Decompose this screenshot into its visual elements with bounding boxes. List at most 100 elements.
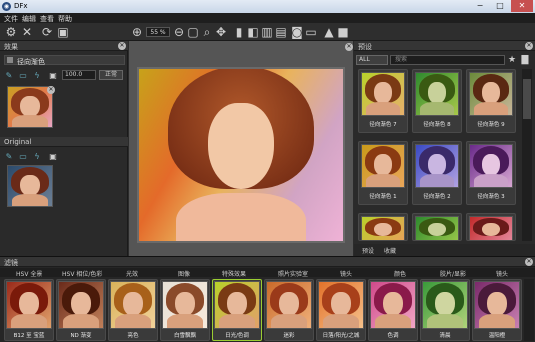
zoom-in-icon[interactable]: ⊕ [130, 25, 144, 39]
brush-icon[interactable]: ✎ [4, 69, 14, 80]
filter-thumb[interactable]: 日落/阳光/之城 [316, 279, 366, 341]
presets-panel: 预设 ✕ ALL 搜索 ★ ▇ 径向渐色 7 径向渐色 8 径向渐色 9 径向渐… [354, 41, 535, 256]
category-tab[interactable]: HSV 全景 [16, 269, 42, 278]
cancel-x-icon[interactable]: ✕ [20, 25, 34, 39]
monitor-icon[interactable]: ▭ [18, 69, 28, 80]
preset-tile[interactable]: 径向渐色 8 [412, 69, 462, 133]
category-select[interactable]: ALL [356, 55, 388, 65]
canvas-area[interactable] [129, 41, 353, 256]
preset-tile[interactable] [358, 213, 408, 241]
zoom-level-field[interactable]: 55 % [146, 27, 170, 37]
lock-icon[interactable]: ▣ [48, 69, 58, 80]
delete-trash-icon[interactable]: ▇ [520, 53, 530, 65]
histogram-icon[interactable]: ▲ [322, 25, 336, 39]
filters-scrollbar[interactable] [524, 279, 534, 341]
filter-label: 日光/色调 [225, 333, 249, 339]
window-title: DFx [14, 2, 28, 10]
preset-search-input[interactable]: 搜索 [390, 55, 505, 65]
effects-title: 效果 [4, 43, 18, 51]
tab-favorites[interactable]: 收藏 [384, 246, 396, 255]
original-controls: ✎ ▭ ϟ ▣ [4, 150, 64, 161]
original-monitor-icon[interactable]: ▭ [18, 150, 28, 161]
view-single-icon[interactable]: ▮ [232, 25, 246, 39]
preset-tile[interactable]: 径向渐色 1 [358, 141, 408, 205]
lightning-icon[interactable]: ϟ [32, 69, 42, 80]
preset-tile[interactable]: 径向渐色 2 [412, 141, 462, 205]
preset-label: 径向渐色 3 [477, 194, 505, 200]
category-tab[interactable]: 镜头 [496, 269, 508, 278]
view-tiles-icon[interactable]: ▤ [274, 25, 288, 39]
presets-close-icon[interactable]: ✕ [525, 42, 533, 50]
filter-thumb[interactable]: B12 至 宝蓝 [4, 279, 54, 341]
preset-tile[interactable]: 径向渐色 9 [466, 69, 516, 133]
settings-gear-icon[interactable]: ⚙ [4, 25, 18, 39]
filter-label: 温阳橙 [488, 333, 506, 339]
category-tab[interactable]: 胶片/显影 [440, 269, 466, 278]
opacity-field[interactable]: 100.0 [62, 70, 96, 80]
category-tab[interactable]: 照片实验室 [278, 269, 308, 278]
filter-label: 亮色 [127, 333, 139, 339]
minimize-button[interactable]: − [469, 0, 491, 12]
preset-label: 径向渐色 2 [423, 194, 451, 200]
filter-thumb[interactable]: 亮色 [108, 279, 158, 341]
view-compare-icon[interactable]: ▥ [260, 25, 274, 39]
filter-label: 白雪飘飘 [173, 333, 196, 339]
close-button[interactable]: ✕ [511, 0, 533, 12]
presets-scrollbar[interactable] [522, 69, 532, 241]
preset-label: 径向渐色 7 [369, 122, 397, 128]
preset-tile[interactable]: 径向渐色 3 [466, 141, 516, 205]
camera-icon[interactable]: ◙ [290, 25, 304, 39]
filter-thumb[interactable]: 清晨 [420, 279, 470, 341]
maximize-button[interactable]: □ [489, 0, 511, 12]
view-split-icon[interactable]: ◧ [246, 25, 260, 39]
original-lock-icon[interactable]: ▣ [48, 150, 58, 161]
zoom-search-icon[interactable]: ⌕ [200, 25, 214, 39]
remove-effect-icon[interactable]: ✕ [47, 86, 55, 94]
mask-icon[interactable]: ▭ [304, 25, 318, 39]
preset-tile[interactable] [412, 213, 462, 241]
category-tab[interactable]: 光效 [126, 269, 138, 278]
filter-thumb[interactable]: 迷彩 [264, 279, 314, 341]
category-tab[interactable]: HSV 相位/色彩 [62, 269, 102, 278]
filters-title: 滤镜 [4, 259, 18, 267]
blend-mode-select[interactable]: 正常 [99, 70, 123, 80]
filter-label: 色调 [387, 333, 399, 339]
category-tab[interactable]: 镜头 [340, 269, 352, 278]
canvas-close-icon[interactable]: ✕ [345, 43, 353, 51]
favorite-star-icon[interactable]: ★ [507, 53, 517, 65]
pan-icon[interactable]: ✥ [214, 25, 228, 39]
original-brush-icon[interactable]: ✎ [4, 150, 14, 161]
tab-presets[interactable]: 预设 [362, 246, 374, 255]
original-header: Original [0, 137, 128, 147]
original-thumbnail[interactable] [7, 165, 53, 207]
presets-scroll-thumb[interactable] [523, 79, 531, 119]
filters-close-icon[interactable]: ✕ [525, 258, 533, 266]
fit-icon[interactable]: ▢ [186, 25, 200, 39]
filter-thumb[interactable]: 色调 [368, 279, 418, 341]
preset-label: 径向渐色 1 [369, 194, 397, 200]
main-image[interactable] [137, 67, 345, 243]
filter-thumb[interactable]: 温阳橙 [472, 279, 522, 341]
category-tab[interactable]: 图像 [178, 269, 190, 278]
preset-tile[interactable]: 径向渐色 7 [358, 69, 408, 133]
menu-bar: 文件 编辑 查看 帮助 [0, 13, 535, 23]
effects-header: 效果 [0, 41, 128, 51]
zoom-out-icon[interactable]: ⊖ [172, 25, 186, 39]
layer-icon [7, 57, 13, 63]
original-lightning-icon[interactable]: ϟ [32, 150, 42, 161]
category-tab[interactable]: 特殊效果 [222, 269, 246, 278]
filter-label: 迷彩 [283, 333, 295, 339]
filter-label: B12 至 宝蓝 [13, 333, 45, 339]
bg-gray-icon[interactable]: ■ [336, 25, 350, 39]
filter-thumb[interactable]: ND 渐变 [56, 279, 106, 341]
preset-tile[interactable] [466, 213, 516, 241]
layer-row[interactable]: 径向渐色 [4, 55, 125, 66]
crop-icon[interactable]: ▣ [56, 25, 70, 39]
filter-thumb[interactable]: 白雪飘飘 [160, 279, 210, 341]
original-title: Original [4, 138, 32, 146]
effect-layer-thumbnail[interactable] [7, 86, 53, 128]
filter-thumb-selected[interactable]: 日光/色调 [212, 279, 262, 341]
category-tab[interactable]: 颜色 [394, 269, 406, 278]
effects-close-icon[interactable]: ✕ [118, 42, 126, 50]
refresh-icon[interactable]: ⟳ [40, 25, 54, 39]
